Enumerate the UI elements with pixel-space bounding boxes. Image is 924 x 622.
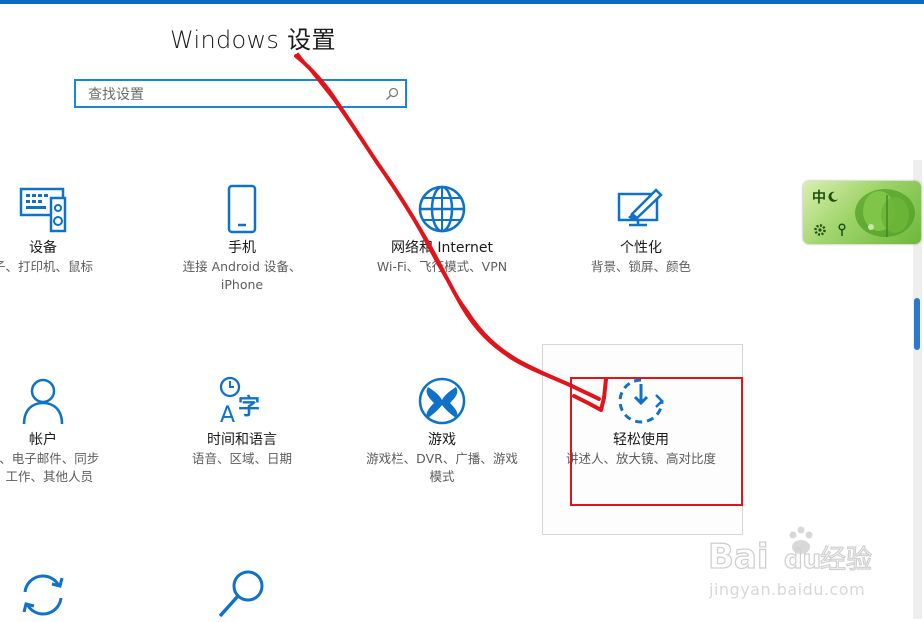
gear-icon[interactable] bbox=[813, 223, 827, 237]
side-scrollbar-thumb[interactable] bbox=[914, 298, 920, 350]
moon-icon[interactable] bbox=[827, 191, 839, 203]
svg-text:du: du bbox=[784, 545, 821, 575]
watermark-url: jingyan.baidu.com bbox=[709, 580, 866, 599]
svg-text:Bai: Bai bbox=[708, 537, 769, 577]
baidu-jingyan-watermark: Bai du 经验 bbox=[707, 526, 873, 578]
svg-text:经验: 经验 bbox=[820, 545, 872, 575]
key-icon[interactable] bbox=[837, 223, 847, 237]
ime-toolbar[interactable]: 中 bbox=[803, 181, 921, 244]
ime-language-indicator[interactable]: 中 bbox=[812, 187, 826, 207]
